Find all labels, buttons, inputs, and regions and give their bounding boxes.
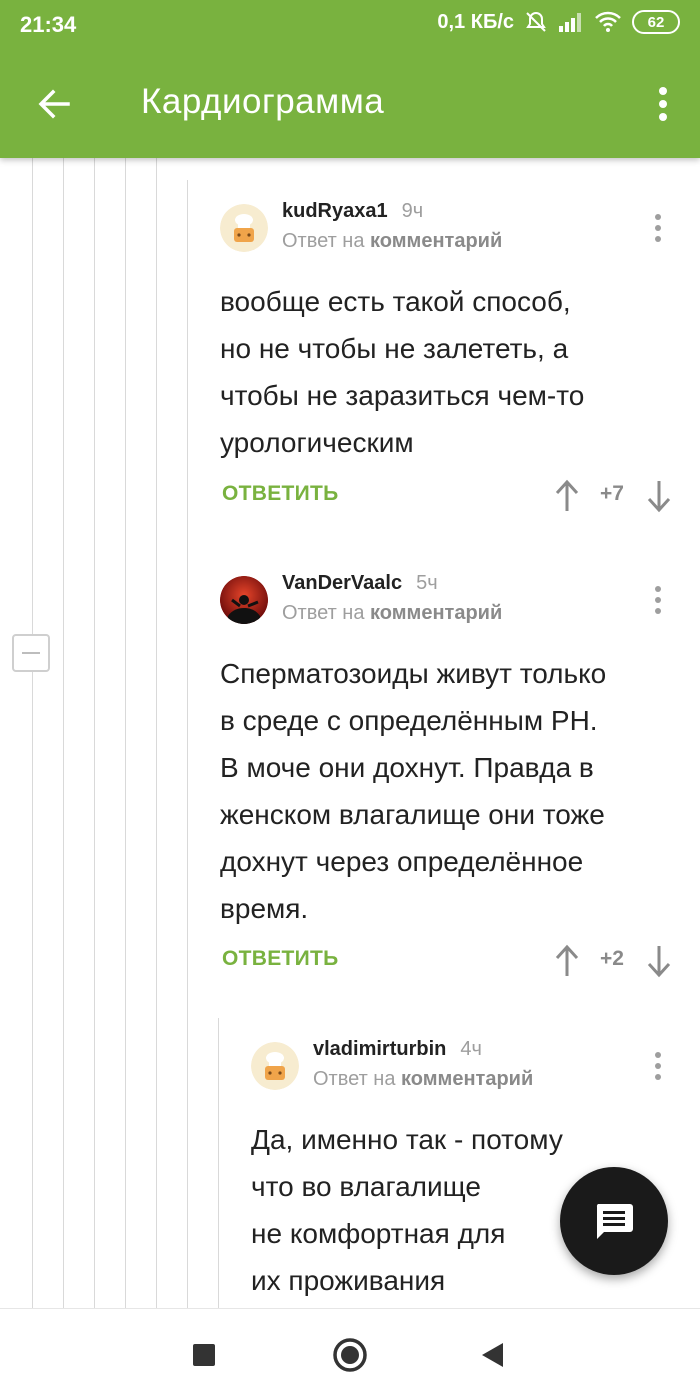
comment-text-line: чтобы не заразиться чем-то [220, 380, 585, 411]
more-vert-icon [659, 87, 667, 121]
comment-menu-button[interactable] [648, 580, 668, 620]
reply-to-prefix: Ответ на [313, 1068, 396, 1090]
comment-text-line: что во влагалище [251, 1171, 481, 1202]
arrow-up-icon [555, 944, 579, 976]
author-name[interactable]: vladimirturbin [313, 1038, 446, 1060]
comment-text: Сперматозоиды живут только в среде с опр… [220, 650, 606, 932]
comment-text-line: Да, именно так - потому [251, 1124, 563, 1155]
thread-line-4 [125, 158, 126, 1308]
app-bar: Кардиограмма [0, 52, 700, 158]
minus-icon [22, 652, 40, 654]
reply-to-info: Ответ на комментарий [282, 230, 502, 253]
comment-actions: ОТВЕТИТЬ +2 [220, 941, 671, 981]
arrow-left-icon [38, 89, 70, 119]
comment: kudRyaxa1 9ч Ответ на комментарий вообще … [220, 200, 680, 524]
system-back-button[interactable] [474, 1337, 510, 1373]
arrow-up-icon [555, 479, 579, 511]
comment-time: 4ч [460, 1038, 482, 1060]
comment-text-line: их проживания [251, 1265, 446, 1296]
author-name[interactable]: kudRyaxa1 [282, 200, 388, 222]
triangle-back-icon [482, 1343, 503, 1367]
comment-text-line: Сперматозоиды живут только [220, 658, 607, 689]
thread-line-5 [156, 158, 157, 1308]
comment-icon [596, 1204, 633, 1239]
square-icon [193, 1344, 215, 1366]
downvote-button[interactable] [644, 476, 674, 516]
comment-time: 5ч [416, 572, 438, 594]
comment-time: 9ч [401, 200, 424, 222]
reply-to-link[interactable]: комментарий [370, 230, 502, 252]
reply-button[interactable]: ОТВЕТИТЬ [222, 482, 339, 506]
recents-button[interactable] [186, 1337, 222, 1373]
upvote-button[interactable] [552, 476, 582, 516]
reply-button[interactable]: ОТВЕТИТЬ [222, 947, 339, 971]
avatar[interactable] [220, 576, 268, 624]
thread-line-7 [218, 1018, 219, 1308]
comment-text: вообще есть такой способ, но не чтобы не… [220, 278, 584, 466]
collapse-thread-button[interactable] [12, 634, 50, 672]
comment-text-line: вообще есть такой способ, [220, 286, 571, 317]
top-bar: 21:34 0,1 КБ/с 62 Кардиограмма [0, 0, 700, 158]
thread-line-3 [94, 158, 95, 1308]
comment-text: Да, именно так - потому что во влагалище… [251, 1116, 563, 1304]
comment-text-line: дохнут через определённое [220, 846, 584, 877]
arrow-down-icon [647, 481, 671, 513]
chef-avatar-icon [251, 1042, 299, 1090]
comment-text-line: В моче они дохнут. Правда в [220, 752, 594, 783]
reply-to-prefix: Ответ на [282, 230, 365, 252]
reply-to-prefix: Ответ на [282, 602, 365, 624]
vote-count: +2 [600, 947, 624, 970]
circle-icon [333, 1338, 367, 1372]
comment-text-line: не комфортная для [251, 1218, 506, 1249]
page-title: Кардиограмма [141, 82, 385, 121]
write-comment-button[interactable] [560, 1167, 668, 1275]
battery-icon: 62 [632, 10, 680, 34]
home-button[interactable] [332, 1337, 368, 1373]
silhouette-avatar-icon [220, 576, 268, 624]
comment-text-line: женском влагалище они тоже [220, 799, 605, 830]
overflow-menu-button[interactable] [648, 80, 678, 128]
author-name[interactable]: VanDerVaalc [282, 572, 402, 594]
thread-line-1 [32, 158, 33, 1308]
thread-line-2 [63, 158, 64, 1308]
comment-author[interactable]: kudRyaxa1 9ч [282, 200, 423, 223]
comment-actions: ОТВЕТИТЬ +7 [220, 476, 671, 516]
back-button[interactable] [30, 80, 78, 128]
reply-to-info: Ответ на комментарий [313, 1068, 533, 1091]
comment-text-line: в среде с определённым РН. [220, 705, 598, 736]
mute-icon [524, 10, 548, 34]
chef-avatar-icon [220, 204, 268, 252]
reply-to-link[interactable]: комментарий [370, 602, 502, 624]
wifi-icon [594, 11, 622, 33]
comment-author[interactable]: vladimirturbin 4ч [313, 1038, 482, 1061]
comment-menu-button[interactable] [648, 1046, 668, 1086]
reply-to-link[interactable]: комментарий [401, 1068, 533, 1090]
vote-count: +7 [600, 482, 624, 505]
comment-text-line: время. [220, 893, 309, 924]
reply-to-info: Ответ на комментарий [282, 602, 502, 625]
comment-text-line: урологическим [220, 427, 414, 458]
comment-menu-button[interactable] [648, 208, 668, 248]
comment: VanDerVaalc 5ч Ответ на комментарий Сперм… [220, 572, 680, 996]
status-bar: 21:34 0,1 КБ/с 62 [0, 0, 700, 52]
comment-author[interactable]: VanDerVaalc 5ч [282, 572, 438, 595]
status-icons: 0,1 КБ/с 62 [437, 10, 680, 34]
avatar[interactable] [220, 204, 268, 252]
thread-line-6 [187, 180, 188, 1308]
arrow-down-icon [647, 946, 671, 978]
status-time: 21:34 [20, 12, 77, 37]
comment-text-line: но не чтобы не залететь, а [220, 333, 569, 364]
upvote-button[interactable] [552, 941, 582, 981]
downvote-button[interactable] [644, 941, 674, 981]
net-speed: 0,1 КБ/с [437, 10, 514, 33]
system-navigation-bar [0, 1308, 700, 1400]
avatar[interactable] [251, 1042, 299, 1090]
signal-icon [558, 11, 584, 33]
